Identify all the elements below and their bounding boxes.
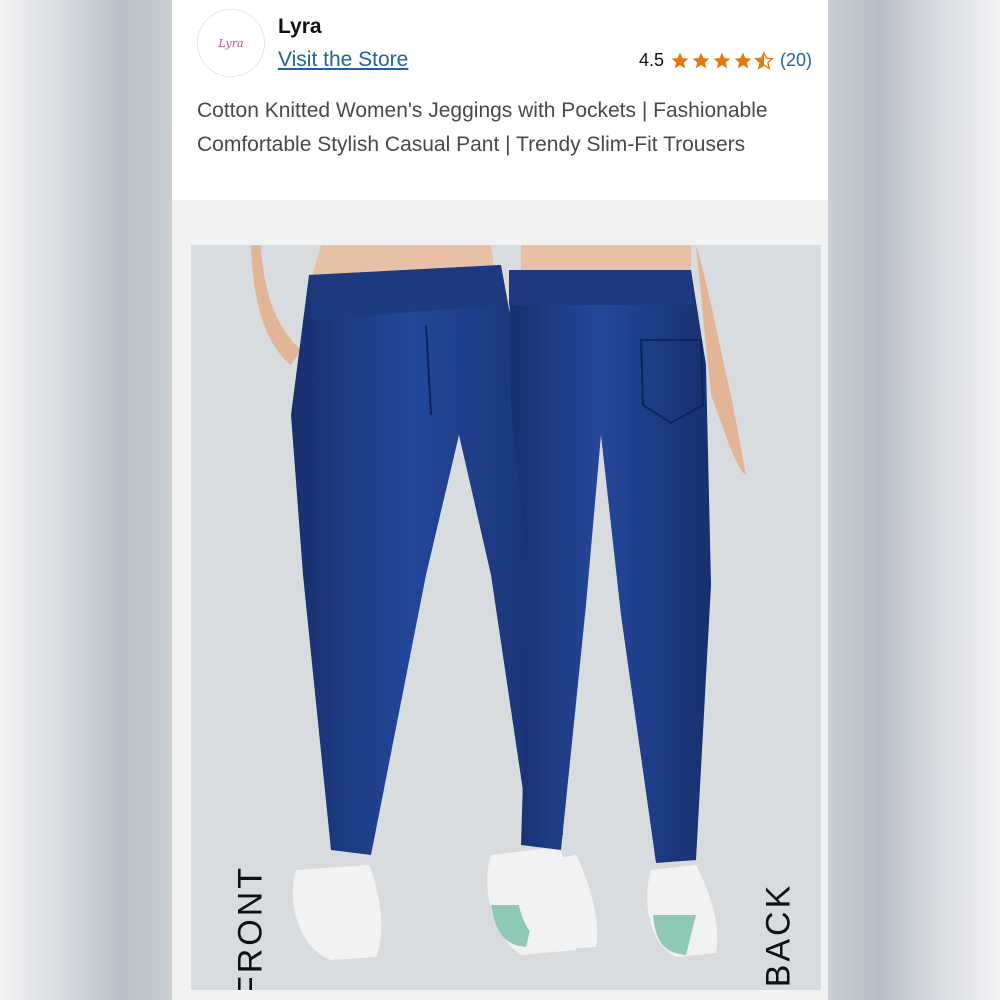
product-title: Cotton Knitted Women's Jeggings with Poc…	[197, 99, 768, 156]
background-right	[828, 0, 1000, 1000]
star-full-icon	[734, 52, 752, 68]
store-logo-text: Lyra	[218, 36, 244, 50]
star-full-icon	[692, 52, 710, 68]
star-half-icon	[754, 50, 774, 70]
star-full-icon	[671, 52, 689, 68]
rating-stars	[670, 50, 774, 71]
brand-name: Lyra	[278, 15, 322, 38]
rating-value: 4.5	[638, 50, 664, 70]
visit-store-link[interactable]: Visit the Store	[278, 48, 408, 72]
front-label: FRONT	[231, 864, 270, 990]
store-logo[interactable]: Lyra	[197, 9, 265, 77]
product-card: Lyra Lyra Visit the Store 4.5 (20) Cotto…	[172, 0, 828, 1000]
product-header: Lyra Lyra Visit the Store 4.5 (20) Cotto…	[172, 0, 828, 200]
back-label: BACK	[759, 882, 798, 988]
product-image[interactable]: FRONT BACK	[191, 245, 821, 990]
rating-summary[interactable]: 4.5 (20)	[639, 50, 812, 71]
rating-count: (20)	[779, 50, 812, 70]
star-full-icon	[713, 52, 731, 68]
jeggings-illustration	[191, 245, 821, 990]
background-left	[0, 0, 172, 1000]
